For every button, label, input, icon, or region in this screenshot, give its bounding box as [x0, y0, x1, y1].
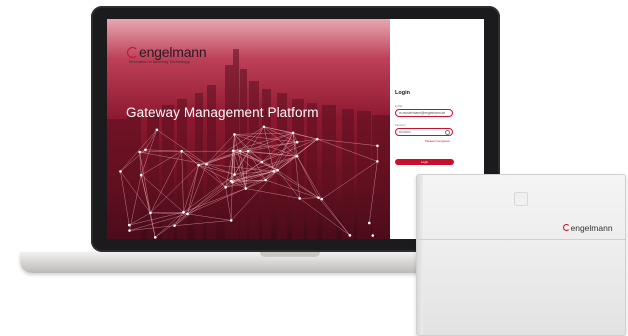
- show-password-icon[interactable]: [445, 130, 450, 135]
- gateway-brand-logo: engelmann: [563, 223, 613, 233]
- password-label: Passwort: [395, 124, 406, 127]
- login-button[interactable]: Login: [395, 159, 454, 165]
- engelmann-logo: engelmann Innovation in Metering Technol…: [127, 44, 207, 64]
- gateway-brand-text: engelmann: [570, 223, 613, 233]
- gateway-seam: [417, 239, 625, 240]
- gateway-side-edge: [417, 175, 423, 335]
- password-input[interactable]: ••••••••••: [395, 128, 453, 136]
- forgot-password-link[interactable]: Passwort vergessen: [425, 139, 450, 143]
- password-value: ••••••••••: [399, 130, 411, 134]
- hero-panel: engelmann Innovation in Metering Technol…: [107, 19, 390, 239]
- gateway-device: engelmann: [416, 174, 626, 336]
- gateway-sensor-window: [514, 192, 528, 206]
- logo-mark-icon: [127, 47, 138, 58]
- username-label: E-Mail: [395, 105, 403, 108]
- platform-title: Gateway Management Platform: [126, 105, 319, 120]
- logo-text: engelmann: [139, 44, 207, 60]
- login-heading: Login: [395, 90, 410, 96]
- gateway-logo-mark-icon: [563, 224, 570, 231]
- laptop-notch: [260, 252, 320, 257]
- username-input[interactable]: m.mustermann@engelmann.de: [395, 109, 453, 117]
